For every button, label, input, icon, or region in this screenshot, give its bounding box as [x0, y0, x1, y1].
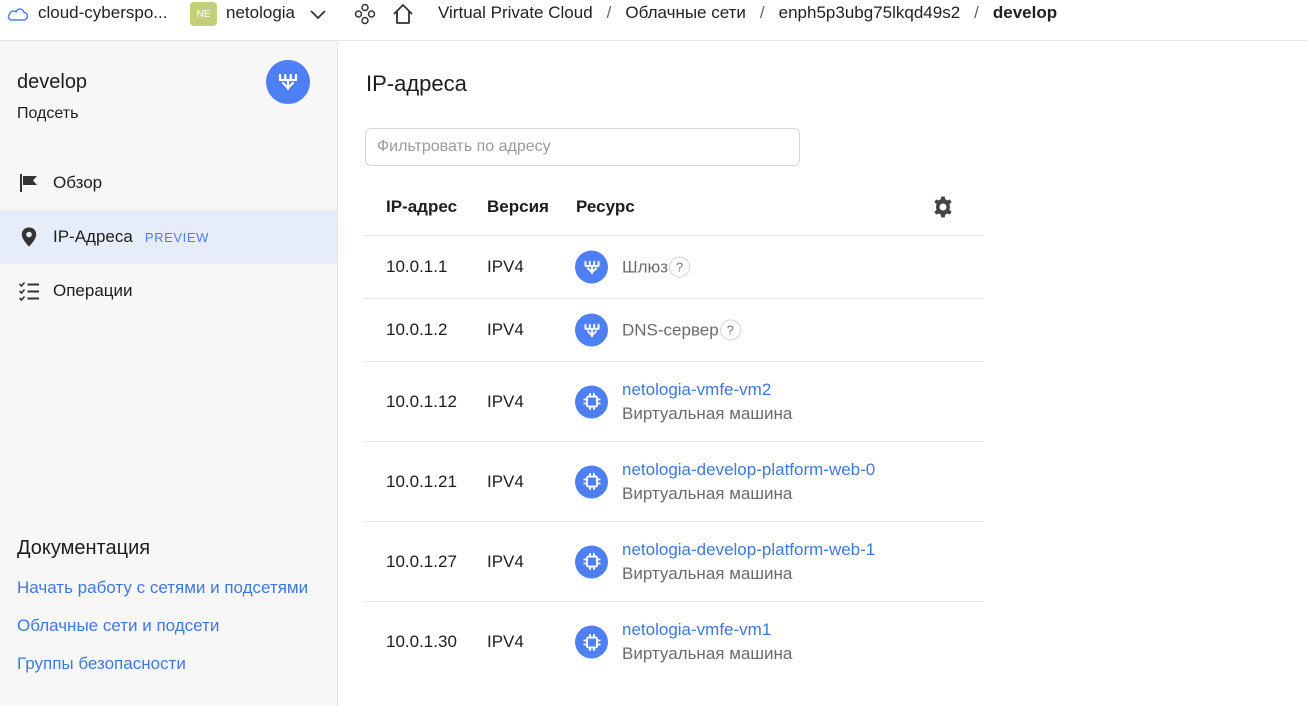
- resource-cell: netologia-develop-platform-web-1 Виртуал…: [622, 538, 875, 586]
- folder-badge: NE: [190, 2, 217, 26]
- sidebar-item-operations[interactable]: Операции: [0, 264, 337, 318]
- vm-chip-icon: [575, 545, 608, 578]
- ip-version: IPV4: [487, 632, 524, 651]
- gateway-icon: [575, 250, 608, 284]
- cloud-name[interactable]: cloud-cyberspo...: [38, 3, 167, 23]
- resource-link[interactable]: netologia-develop-platform-web-0: [622, 458, 875, 482]
- folder-name[interactable]: netologia: [226, 3, 295, 23]
- sidebar-item-ip-addresses[interactable]: IP-Адреса PREVIEW: [0, 210, 337, 264]
- resource-cell: netologia-vmfe-vm2 Виртуальная машина: [622, 378, 792, 426]
- ip-version: IPV4: [487, 551, 524, 571]
- resource-type: Виртуальная машина: [622, 563, 793, 583]
- gateway-icon: [278, 73, 298, 91]
- page-title: IP-адреса: [366, 71, 467, 96]
- breadcrumb-current: develop: [992, 3, 1058, 22]
- cloud-icon[interactable]: [6, 4, 30, 24]
- location-pin-icon: [17, 225, 41, 249]
- ip-version: IPV4: [487, 471, 524, 491]
- resource-type: Виртуальная машина: [622, 644, 793, 663]
- docs-links: Начать работу с сетями и подсетями Облач…: [17, 575, 317, 689]
- sidebar-item-overview[interactable]: Обзор: [0, 156, 337, 210]
- breadcrumb-separator: /: [759, 3, 765, 22]
- ip-address: 10.0.1.1: [386, 257, 448, 276]
- table-header: IP-адрес Версия Ресурс: [365, 182, 984, 236]
- breadcrumb-separator: /: [974, 3, 979, 22]
- sidebar-item-label: Операции: [53, 281, 133, 300]
- ip-version: IPV4: [487, 320, 524, 339]
- services-icon[interactable]: [354, 3, 376, 25]
- resource-link[interactable]: netologia-develop-platform-web-1: [622, 538, 875, 562]
- resource-name: DNS-сервер?: [622, 319, 741, 341]
- sidebar-nav: Обзор IP-Адреса PREVIEW Операции: [0, 156, 337, 318]
- resource-cell: netologia-vmfe-vm1 Виртуальная машина: [622, 618, 792, 666]
- table-row: 10.0.1.12 IPV4 netologia-vmfe-vm2 Виртуа…: [365, 362, 984, 442]
- vm-chip-icon: [575, 465, 608, 498]
- table-row: 10.0.1.27 IPV4 netologia-develop-platfor…: [365, 522, 984, 602]
- breadcrumb: Virtual Private Cloud / Облачные сети / …: [438, 3, 1057, 23]
- help-icon[interactable]: ?: [669, 256, 691, 278]
- ip-address: 10.0.1.30: [386, 632, 457, 651]
- table-row: 10.0.1.2 IPV4 DNS-сервер?: [365, 299, 984, 362]
- doc-link-networks[interactable]: Облачные сети и подсети: [17, 613, 317, 638]
- subnet-subtitle: Подсеть: [17, 105, 79, 122]
- resource-link[interactable]: netologia-vmfe-vm1: [622, 618, 792, 642]
- ip-version: IPV4: [487, 391, 524, 411]
- column-header-ip: IP-адрес: [386, 197, 458, 216]
- vm-chip-icon: [575, 625, 608, 659]
- sidebar-item-label: Обзор: [53, 173, 103, 192]
- table-row: 10.0.1.21 IPV4 netologia-develop-platfor…: [365, 442, 984, 522]
- doc-link-getting-started[interactable]: Начать работу с сетями и подсетями: [17, 575, 317, 600]
- breadcrumb-network-id[interactable]: enph5p3ubg75lkqd49s2: [779, 3, 961, 23]
- gateway-icon: [575, 313, 608, 347]
- subnet-title: develop: [17, 71, 88, 93]
- resource-cell: netologia-develop-platform-web-0 Виртуал…: [622, 458, 875, 506]
- breadcrumb-vpc[interactable]: Virtual Private Cloud: [438, 3, 593, 23]
- help-icon[interactable]: ?: [719, 319, 741, 341]
- filter-input[interactable]: [365, 128, 800, 166]
- table-row: 10.0.1.1 IPV4 Шлюз?: [365, 236, 984, 299]
- breadcrumb-cloud-networks[interactable]: Облачные сети: [625, 3, 746, 23]
- resource-cell: Шлюз?: [622, 256, 691, 278]
- sidebar-item-label: IP-Адреса: [53, 227, 133, 246]
- chevron-down-icon[interactable]: [308, 6, 328, 22]
- column-header-resource: Ресурс: [576, 197, 635, 216]
- ip-address: 10.0.1.21: [386, 471, 457, 491]
- top-bar: cloud-cyberspo... NE netologia Virtual P…: [0, 0, 1307, 41]
- ip-version: IPV4: [487, 257, 524, 276]
- sidebar: develop Подсеть Обзор IP-Адреса PREVIEW: [0, 41, 338, 706]
- doc-link-security-groups[interactable]: Группы безопасности: [17, 651, 317, 676]
- breadcrumb-separator: /: [606, 3, 612, 22]
- main-content: IP-адреса IP-адрес Версия Ресурс 10.0.1.…: [338, 41, 1307, 706]
- resource-label: DNS-сервер: [622, 320, 719, 339]
- gear-icon[interactable]: [931, 195, 955, 219]
- resource-name: Шлюз?: [622, 256, 691, 278]
- ip-address: 10.0.1.12: [386, 391, 457, 411]
- subnet-avatar: [266, 60, 310, 104]
- ip-address: 10.0.1.27: [386, 551, 457, 571]
- ip-table: IP-адрес Версия Ресурс 10.0.1.1 IPV4 Шлю…: [365, 182, 984, 682]
- flag-icon: [17, 171, 41, 195]
- resource-type: Виртуальная машина: [622, 483, 793, 503]
- resource-label: Шлюз: [622, 257, 669, 276]
- table-row: 10.0.1.30 IPV4 netologia-vmfe-vm1 Виртуа…: [365, 602, 984, 682]
- preview-badge: PREVIEW: [144, 229, 210, 245]
- ip-address: 10.0.1.2: [386, 320, 448, 339]
- column-header-version: Версия: [487, 197, 549, 216]
- resource-cell: DNS-сервер?: [622, 319, 741, 341]
- vm-chip-icon: [575, 385, 608, 418]
- home-icon[interactable]: [391, 2, 415, 26]
- docs-title: Документация: [17, 537, 151, 559]
- checklist-icon: [17, 279, 41, 303]
- resource-type: Виртуальная машина: [622, 403, 793, 423]
- resource-link[interactable]: netologia-vmfe-vm2: [622, 378, 792, 402]
